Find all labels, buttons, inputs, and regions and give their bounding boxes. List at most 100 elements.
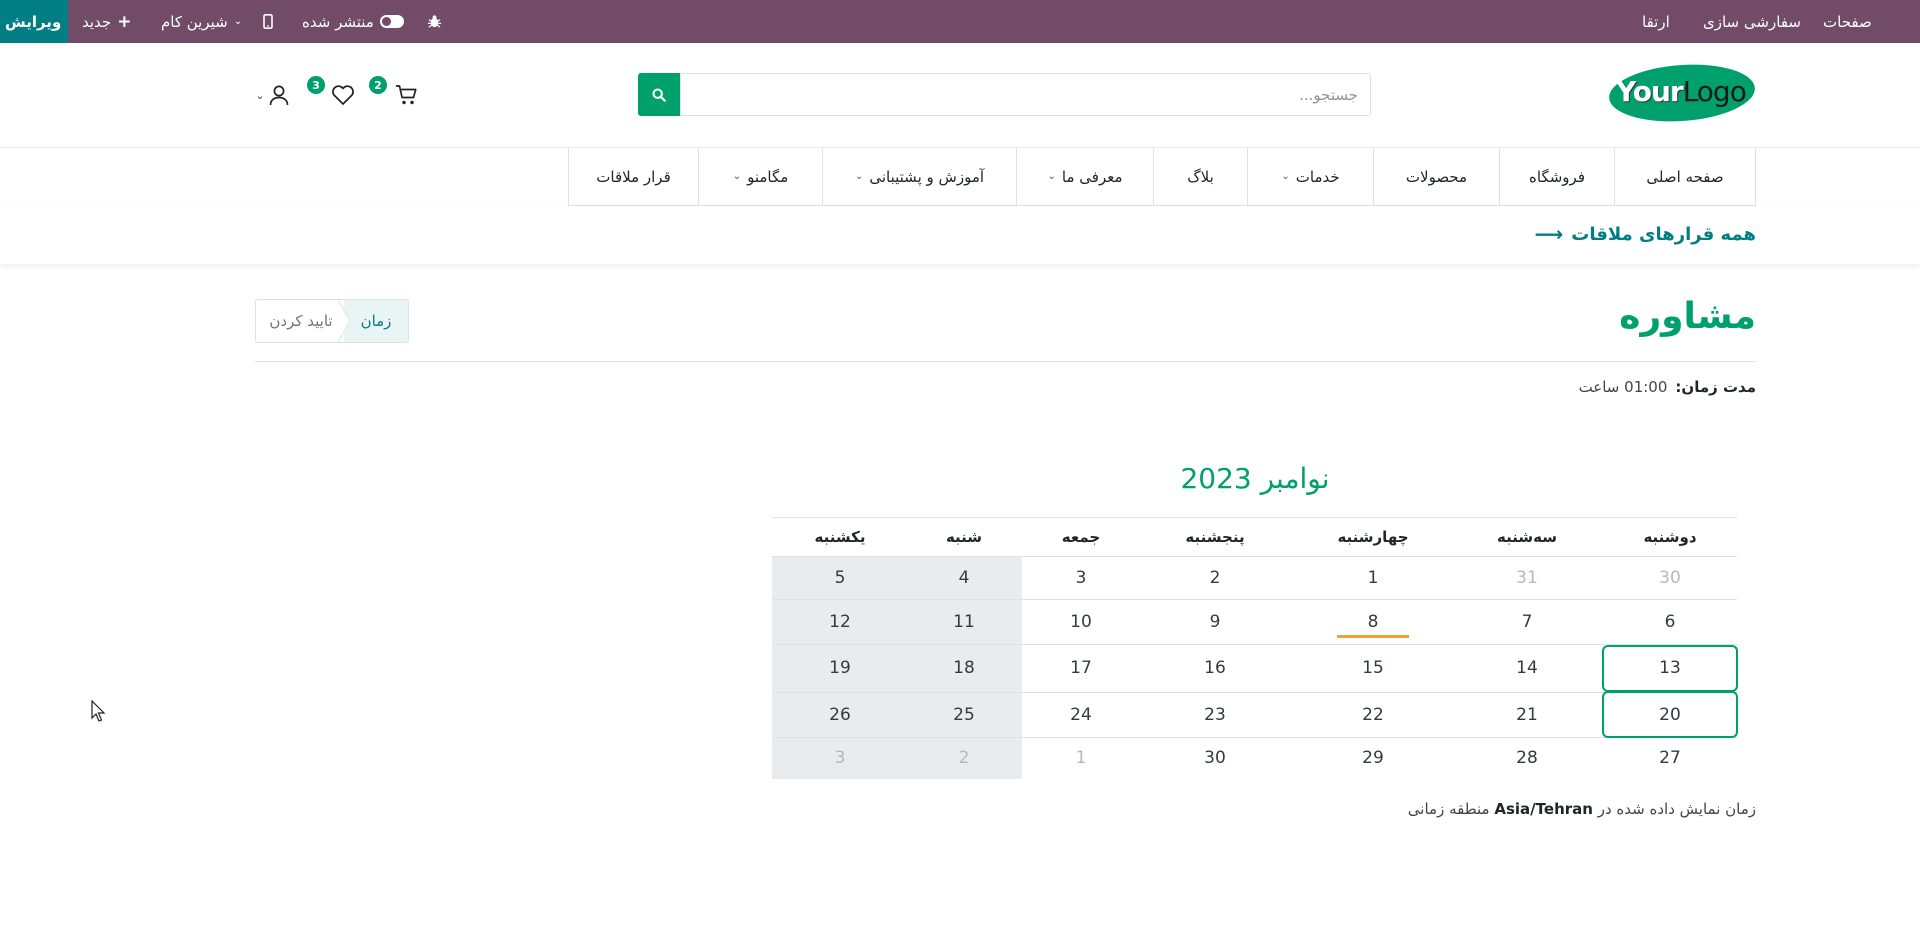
calendar-day: 28: [1516, 748, 1538, 768]
calendar-day: 2: [958, 748, 970, 768]
menu-item-services[interactable]: خدمات ⌄: [1247, 148, 1373, 205]
timezone-suffix: منطقه زمانی: [1407, 800, 1490, 818]
user-menu[interactable]: ⌄: [252, 82, 292, 108]
menu-item-home[interactable]: صفحه اصلی: [1614, 148, 1756, 205]
menu-item-megamenu[interactable]: مگامنو ⌄: [698, 148, 822, 205]
admin-bar: ویرایش + جدید ⌄ شیرین کام منتشر شده ارتق…: [0, 0, 1920, 43]
publish-switch[interactable]: [379, 15, 404, 28]
bug-icon: [427, 15, 442, 28]
upgrade-link[interactable]: ارتقا: [1642, 0, 1670, 43]
menu-item-label: صفحه اصلی: [1646, 167, 1724, 186]
calendar-day: 3: [1075, 568, 1087, 588]
wishlist-button[interactable]: [330, 82, 356, 108]
menu-item-label: خدمات: [1295, 167, 1340, 186]
website-label: شیرین کام: [161, 12, 228, 31]
timezone-zone: Asia/Tehran: [1494, 800, 1593, 818]
calendar-day: 14: [1516, 658, 1538, 678]
new-button[interactable]: + جدید: [82, 0, 131, 43]
mobile-icon: [263, 14, 273, 29]
calendar-day: 24: [1070, 704, 1092, 725]
calendar-day: 30: [1659, 568, 1681, 588]
calendar-day: 10: [1070, 611, 1092, 632]
chevron-down-icon: ⌄: [1281, 171, 1290, 182]
pages-menu[interactable]: صفحات: [1823, 0, 1872, 43]
pages-label: صفحات: [1823, 12, 1872, 31]
debug-button[interactable]: [427, 0, 442, 43]
search-button[interactable]: [638, 73, 680, 116]
menu-item-shop[interactable]: فروشگاه: [1499, 148, 1614, 205]
menu-item-label: مگامنو: [747, 167, 789, 186]
weekday-header: دوشنبه: [1604, 517, 1736, 557]
calendar-day: 9: [1209, 611, 1221, 632]
menu-item-label: آموزش و پشتیبانی: [869, 167, 985, 186]
calendar-day: 17: [1070, 658, 1092, 678]
calendar-day: 19: [829, 658, 851, 678]
title-divider: [255, 361, 1756, 362]
menu-item-products[interactable]: محصولات: [1373, 148, 1499, 205]
booking-steps: زمان تایید کردن: [255, 299, 409, 343]
cart-count-badge: 2: [369, 76, 387, 94]
edit-button[interactable]: ویرایش: [0, 0, 68, 43]
calendar-day: 15: [1362, 658, 1384, 678]
search-input[interactable]: [680, 73, 1371, 116]
menu-item-label: معرفی ما: [1061, 167, 1123, 186]
calendar-day: 27: [1659, 748, 1681, 768]
calendar-day: 22: [1362, 704, 1384, 725]
calendar-day: 21: [1516, 704, 1538, 725]
calendar-day: 12: [829, 611, 851, 632]
calendar-day: 23: [1204, 704, 1226, 725]
menu-item-label: بلاگ: [1187, 167, 1214, 186]
today-indicator: [1337, 635, 1409, 638]
step-time: زمان: [344, 300, 408, 342]
customize-menu[interactable]: سفارشی سازی: [1703, 0, 1801, 43]
calendar-day: 29: [1362, 748, 1384, 768]
all-appointments-link[interactable]: همه قرارهای ملاقات ⟶: [1535, 218, 1756, 250]
published-label: منتشر شده: [302, 12, 374, 31]
calendar-day: 25: [953, 704, 975, 725]
calendar-day: 26: [829, 704, 851, 725]
menu-item-label: محصولات: [1405, 167, 1468, 186]
menu-item-label: قرار ملاقات: [596, 167, 671, 186]
search-bar: [638, 73, 1371, 116]
edit-label: ویرایش: [5, 12, 62, 31]
menu-item-training[interactable]: آموزش و پشتیبانی ⌄: [822, 148, 1016, 205]
weekday-header: شنبه: [902, 517, 1026, 557]
upgrade-label: ارتقا: [1642, 12, 1670, 31]
chevron-down-icon: ⌄: [854, 171, 864, 182]
calendar-month: نوامبر 2023: [1180, 462, 1330, 495]
calendar-day-available[interactable]: 13: [1602, 644, 1738, 692]
page-title: مشاوره: [1619, 296, 1756, 337]
wishlist-count-badge: 3: [307, 76, 325, 94]
calendar-day: 4: [958, 568, 970, 588]
logo-text-logo: Logo: [1682, 75, 1747, 108]
weekday-header: جمعه: [1025, 517, 1137, 557]
logo[interactable]: YourLogo: [1608, 63, 1756, 123]
menu-item-appointment[interactable]: قرار ملاقات: [568, 148, 698, 205]
chevron-down-icon: ⌄: [732, 171, 742, 182]
duration: مدت زمان: 01:00 ساعت: [1579, 378, 1756, 396]
weekday-header: یکشنبه: [772, 517, 908, 557]
weekday-header: پنجشنبه: [1135, 517, 1295, 557]
calendar-day: 5: [834, 568, 846, 588]
chevron-down-icon: ⌄: [1047, 171, 1056, 182]
website-switcher[interactable]: ⌄ شیرین کام: [161, 0, 242, 43]
mobile-preview-button[interactable]: [263, 0, 273, 43]
menu-item-blog[interactable]: بلاگ: [1153, 148, 1247, 205]
calendar-day: 6: [1664, 611, 1676, 632]
publish-toggle[interactable]: منتشر شده: [302, 0, 404, 43]
calendar-day-available[interactable]: 20: [1602, 691, 1738, 738]
chevron-down-icon: ⌄: [255, 88, 265, 102]
user-icon: [269, 85, 288, 106]
timezone-prefix: زمان نمایش داده شده در: [1597, 800, 1756, 818]
menu-item-label: فروشگاه: [1529, 167, 1585, 186]
plus-icon: +: [117, 11, 132, 32]
menu-item-about[interactable]: معرفی ما ⌄: [1016, 148, 1153, 205]
back-link-label: همه قرارهای ملاقات: [1571, 223, 1756, 245]
calendar-day: 16: [1204, 658, 1226, 678]
calendar-day: 1: [1075, 748, 1087, 768]
timezone-note: زمان نمایش داده شده در Asia/Tehran منطقه…: [1408, 800, 1756, 818]
customize-label: سفارشی سازی: [1703, 12, 1801, 31]
calendar-day: 31: [1516, 568, 1538, 588]
calendar-day: 3: [834, 748, 846, 768]
cart-button[interactable]: [394, 82, 420, 108]
